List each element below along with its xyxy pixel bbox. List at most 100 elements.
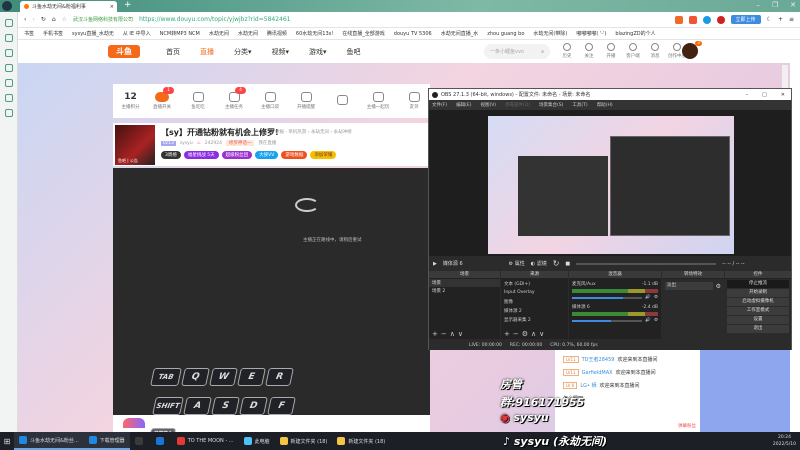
nav-item[interactable]: 鱼吧 (347, 47, 361, 57)
filters-button[interactable]: ◐ 滤镜 (531, 260, 547, 267)
mixer-settings-icon[interactable]: ⚙ (654, 295, 658, 300)
taskbar-item[interactable]: 此电脑 (239, 432, 275, 450)
play-icon[interactable]: ▶ (433, 261, 437, 267)
sidebar-icon[interactable] (4, 109, 13, 117)
scene-item[interactable]: 场景 (429, 279, 500, 287)
control-button-2[interactable]: 启动虚拟摄像机 (727, 298, 789, 306)
bookmark-item[interactable]: 从 IE 中导入 (123, 30, 151, 37)
obs-menu-item[interactable]: 工具(T) (572, 102, 587, 108)
moon-icon[interactable]: ☾ (767, 16, 772, 23)
source-item[interactable]: 文本 (GDI+) (501, 279, 568, 288)
nav-item[interactable]: 分类▾ (234, 47, 252, 57)
toolbar-item[interactable]: 主播口袋 (254, 92, 286, 110)
toolbar-item[interactable]: 友邻 (398, 92, 430, 110)
menu-icon[interactable]: ≡ (789, 16, 794, 23)
control-button-1[interactable]: 开始录制 (727, 289, 789, 297)
url-input[interactable]: https://www.douyu.com/topic/yjwjbz?rid=5… (139, 16, 290, 23)
control-button-0[interactable]: 停止推流 (727, 280, 789, 288)
sidebar-icon[interactable] (4, 19, 13, 27)
bookmark-item[interactable]: blazingZD的个人 (615, 30, 655, 37)
bookmark-item[interactable]: 手机书签 (43, 30, 63, 37)
properties-button[interactable]: ⚙ 属性 (509, 260, 525, 267)
gift-icon[interactable] (123, 418, 145, 428)
bookmark-item[interactable]: 书签 (24, 30, 34, 37)
user-nav-item[interactable]: 关注 (580, 43, 598, 59)
extension-icon[interactable] (716, 15, 725, 24)
volume-slider[interactable] (572, 319, 643, 322)
toolbar-item[interactable] (326, 95, 358, 107)
source-controls[interactable]: +−⚙∧∨ (504, 330, 547, 338)
taskbar-item[interactable]: TO THE MOON - ... (172, 432, 239, 450)
obs-close-icon[interactable]: ✕ (781, 92, 785, 98)
obs-maximize-icon[interactable]: □ (762, 92, 767, 98)
room-tag[interactable]: 大侠VV (255, 151, 279, 159)
taskbar-item[interactable]: 下载管理器 (83, 432, 130, 450)
nav-item[interactable]: 视频▾ (272, 47, 290, 57)
user-nav-item[interactable]: 客户端 (624, 43, 642, 59)
transition-settings-icon[interactable]: ⚙ (716, 283, 721, 290)
douyu-logo[interactable]: 斗鱼 (108, 45, 140, 58)
room-avatar[interactable]: 鱼吧 | 公告 (115, 125, 155, 165)
chat-fan-button[interactable]: 弹幕粉丝 (678, 423, 696, 429)
search-input[interactable]: 一条小鲤鱼vvo ⌕ (484, 44, 550, 59)
speaker-icon[interactable]: 🔊 (645, 295, 651, 300)
bookmark-item[interactable]: 水劫无间 (209, 30, 229, 37)
source-item[interactable]: 媒体源 2 (501, 306, 568, 315)
avatar-caption[interactable]: 鱼吧 | 公告 (118, 158, 138, 164)
bookmark-item[interactable]: 腾讯视频 (267, 30, 287, 37)
room-tag[interactable]: 游戏数据 (281, 151, 308, 159)
toolbar-item[interactable]: 鱼吃吃 (182, 92, 214, 110)
speaker-icon[interactable]: 🔊 (645, 318, 651, 323)
bookmark-item[interactable]: douyu TV 5306 (394, 31, 432, 37)
score-item[interactable]: 12 主播积分 (115, 92, 146, 110)
taskbar-item[interactable]: 新建文件夹 (18) (275, 432, 333, 450)
obs-menu-item[interactable]: 文件(F) (432, 102, 447, 108)
sidebar-icon[interactable] (4, 49, 13, 57)
bookmark-item[interactable]: 水劫无间直播_水 (441, 30, 479, 37)
control-button-4[interactable]: 设置 (727, 316, 789, 324)
transition-select[interactable]: 淡出 (665, 282, 713, 290)
source-item[interactable]: 显示器采集 2 (501, 315, 568, 324)
room-tag[interactable]: 福星挑战 5天 (183, 151, 219, 159)
restart-icon[interactable]: ↻ (553, 259, 560, 268)
close-window-icon[interactable]: ✕ (790, 1, 796, 9)
source-item[interactable]: 图像 (501, 297, 568, 306)
report-link[interactable]: 我在直播 (258, 140, 276, 146)
taskbar-item[interactable] (151, 432, 172, 450)
taskbar-item[interactable]: 斗鱼水劫无间&粉丝... (14, 432, 84, 450)
user-nav-item[interactable]: 消息 (646, 43, 664, 59)
room-tag[interactable]: 超级粉丝团 (221, 151, 253, 159)
reload-icon[interactable]: ↻ (41, 16, 46, 23)
forward-icon[interactable]: › (32, 16, 34, 23)
scene-controls[interactable]: +−∧∨ (432, 330, 466, 338)
bookmark-item[interactable]: 在线直播_全部游戏 (342, 30, 385, 37)
control-button-5[interactable]: 退出 (727, 325, 789, 333)
close-tab-icon[interactable]: × (110, 4, 114, 10)
obs-preview[interactable] (429, 110, 791, 256)
start-icon[interactable]: ⊞ (0, 437, 14, 446)
sidebar-icon[interactable] (4, 64, 13, 72)
toolbar-item[interactable]: 主播任务 4 (218, 87, 250, 110)
obs-minimize-icon[interactable]: – (746, 92, 749, 98)
bookmark-item[interactable]: sysyu直播_水劫无 (72, 30, 114, 37)
bookmark-item[interactable]: 水劫无间 (238, 30, 258, 37)
room-tag[interactable]: 3周榜 (161, 151, 181, 159)
new-tab-button[interactable]: + (124, 0, 132, 10)
taskbar-item[interactable] (130, 432, 151, 450)
nav-item[interactable]: 游戏▾ (309, 47, 327, 57)
sidebar-icon[interactable] (4, 94, 13, 102)
extension-icon[interactable] (702, 15, 711, 24)
scene-item[interactable]: 场景 2 (429, 287, 500, 295)
source-item[interactable]: Input Overlay (501, 288, 568, 297)
avatar[interactable]: 3 (682, 41, 702, 59)
sidebar-icon[interactable] (4, 34, 13, 42)
search-icon[interactable]: ⌕ (541, 49, 544, 55)
stop-icon[interactable]: ■ (565, 261, 570, 267)
toolbar-item[interactable]: 直播开关 1 (146, 87, 178, 110)
user-nav-item[interactable]: 历史 (558, 43, 576, 59)
sidebar-icon[interactable] (4, 79, 13, 87)
extension-icon[interactable] (674, 15, 683, 24)
user-name[interactable]: GarfieldMAX (582, 370, 613, 376)
back-icon[interactable]: ‹ (24, 16, 26, 23)
nav-item[interactable]: 直播 (200, 47, 214, 57)
